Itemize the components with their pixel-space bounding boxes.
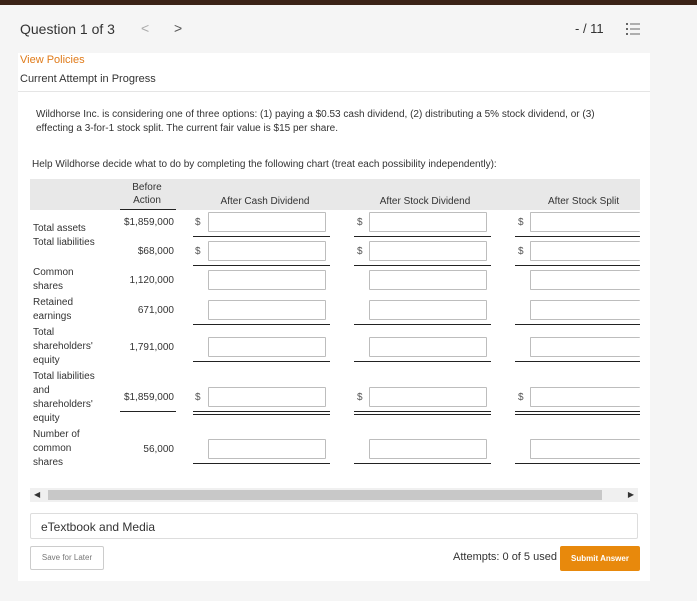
input-split[interactable] (530, 212, 640, 232)
help-text: Help Wildhorse decide what to do by comp… (32, 159, 497, 170)
total-rule (515, 411, 640, 412)
total-rule (354, 324, 491, 325)
prev-question-button[interactable]: < (141, 20, 149, 36)
input-cash[interactable] (208, 270, 326, 290)
before-action-value: 671,000 (137, 305, 174, 316)
total-rule (193, 265, 330, 266)
save-for-later-button[interactable]: Save for Later (30, 546, 104, 570)
input-split[interactable] (530, 337, 640, 357)
total-rule (515, 236, 640, 237)
score-display: - / 11 (575, 21, 604, 36)
input-cash[interactable] (208, 241, 326, 261)
total-rule (193, 411, 330, 412)
question-list-icon[interactable] (626, 22, 640, 36)
double-total-rule (354, 414, 491, 415)
before-action-value: 56,000 (143, 444, 174, 455)
before-total-rule (120, 411, 176, 412)
horizontal-scrollbar[interactable]: ◀ ▶ (30, 488, 638, 502)
dollar-sign: $ (357, 217, 363, 228)
before-action-value: 1,791,000 (129, 342, 175, 353)
question-counter: Question 1 of 3 (20, 21, 115, 37)
input-split[interactable] (530, 241, 640, 261)
before-action-value: $1,859,000 (123, 392, 174, 403)
dollar-sign: $ (518, 217, 524, 228)
input-cash[interactable] (208, 212, 326, 232)
total-rule (515, 361, 640, 362)
input-stock[interactable] (369, 439, 487, 459)
total-rule (193, 463, 330, 464)
dollar-sign: $ (518, 392, 524, 403)
input-stock[interactable] (369, 212, 487, 232)
etextbook-panel[interactable]: eTextbook and Media (30, 513, 638, 539)
input-stock[interactable] (369, 270, 487, 290)
scroll-thumb[interactable] (48, 490, 602, 500)
header-after-cash: After Cash Dividend (220, 196, 310, 207)
total-rule (515, 463, 640, 464)
double-total-rule (515, 414, 640, 415)
etextbook-label: eTextbook and Media (41, 520, 156, 534)
row-label: Total liabilities and shareholders' equi… (33, 371, 95, 424)
row-label: Retained earnings (33, 297, 74, 322)
scroll-right-arrow-icon[interactable]: ▶ (628, 490, 634, 499)
input-cash[interactable] (208, 337, 326, 357)
attempts-counter: Attempts: 0 of 5 used (453, 551, 557, 563)
before-action-value: $1,859,000 (123, 217, 174, 228)
dollar-sign: $ (195, 217, 201, 228)
total-rule (193, 324, 330, 325)
dollar-sign: $ (357, 392, 363, 403)
dollar-sign: $ (357, 246, 363, 257)
row-label: Number of common shares (33, 429, 80, 468)
answer-table: Before Action After Cash Dividend After … (30, 179, 640, 479)
total-rule (193, 236, 330, 237)
input-split[interactable] (530, 387, 640, 407)
dollar-sign: $ (195, 246, 201, 257)
input-cash[interactable] (208, 300, 326, 320)
total-rule (354, 236, 491, 237)
scroll-left-arrow-icon[interactable]: ◀ (34, 490, 40, 499)
problem-text: Wildhorse Inc. is considering one of thr… (36, 109, 595, 134)
input-split[interactable] (530, 300, 640, 320)
total-rule (354, 361, 491, 362)
total-rule (193, 361, 330, 362)
total-rule (354, 411, 491, 412)
total-rule (515, 265, 640, 266)
input-split[interactable] (530, 439, 640, 459)
before-action-value: $68,000 (137, 246, 174, 257)
row-label: Total assets (33, 223, 86, 234)
dollar-sign: $ (518, 246, 524, 257)
next-question-button[interactable]: > (174, 20, 182, 36)
header-after-stock: After Stock Dividend (379, 196, 471, 207)
input-stock[interactable] (369, 387, 487, 407)
input-stock[interactable] (369, 300, 487, 320)
row-label: Total shareholders' equity (33, 327, 93, 366)
total-rule (354, 265, 491, 266)
input-cash[interactable] (208, 439, 326, 459)
row-label: Common shares (33, 267, 74, 292)
row-label: Total liabilities (33, 237, 95, 248)
header-after-split: After Stock Split (548, 196, 620, 207)
top-bar (0, 0, 697, 5)
dollar-sign: $ (195, 392, 201, 403)
question-card: View Policies Current Attempt in Progres… (18, 53, 650, 581)
submit-answer-button[interactable]: Submit Answer (560, 546, 640, 571)
total-rule (515, 324, 640, 325)
divider (18, 91, 650, 92)
header-before-action: Before Action (132, 182, 162, 206)
total-rule (354, 463, 491, 464)
input-split[interactable] (530, 270, 640, 290)
input-stock[interactable] (369, 241, 487, 261)
input-stock[interactable] (369, 337, 487, 357)
before-header-underline (120, 209, 176, 210)
double-total-rule (193, 414, 330, 415)
attempt-status: Current Attempt in Progress (20, 73, 156, 85)
before-action-value: 1,120,000 (129, 275, 175, 286)
input-cash[interactable] (208, 387, 326, 407)
view-policies-link[interactable]: View Policies (20, 54, 85, 66)
